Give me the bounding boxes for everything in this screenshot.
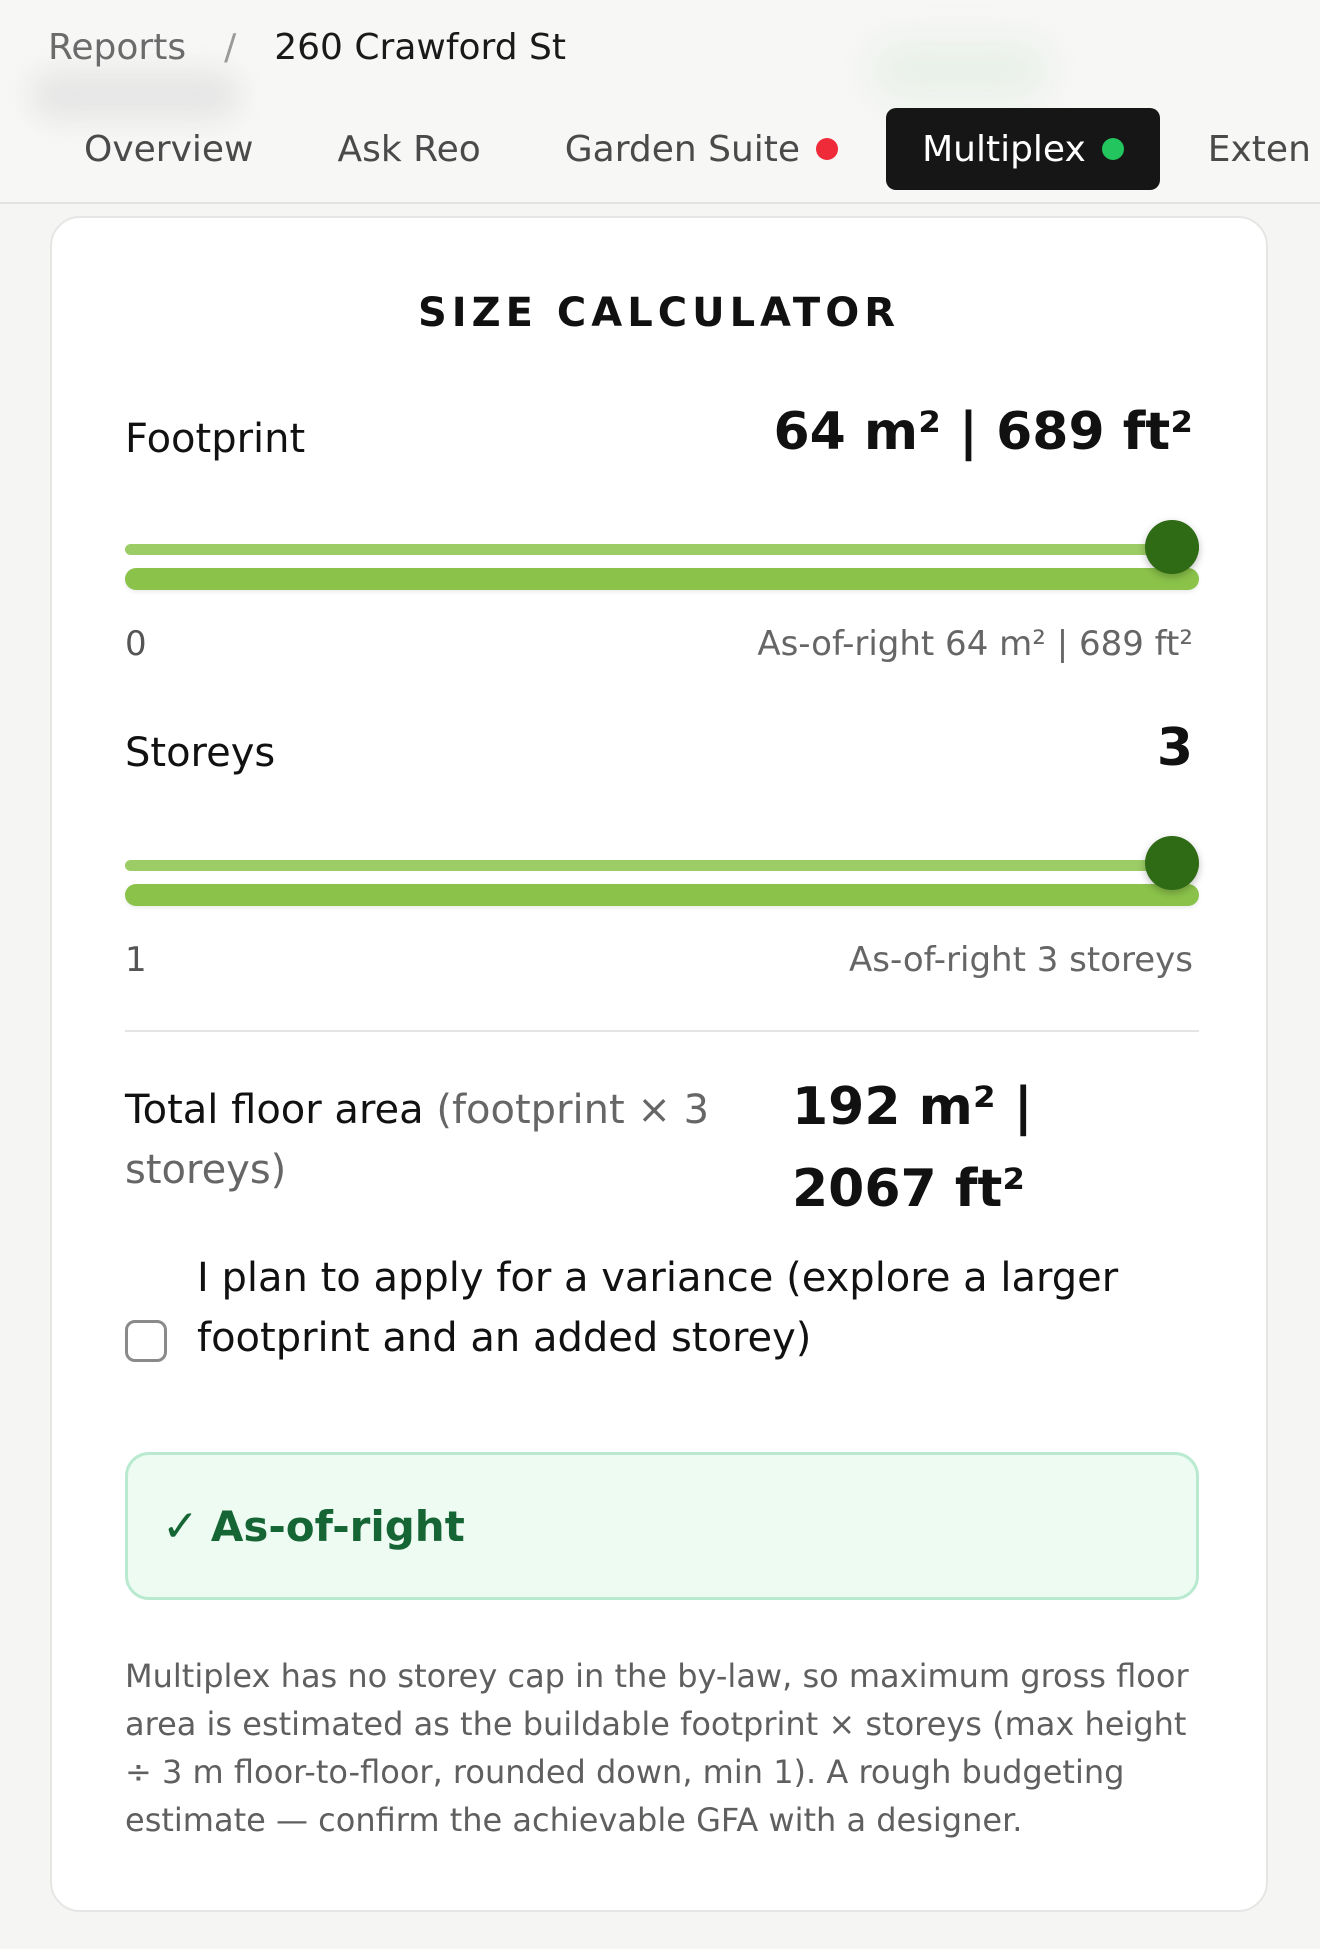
total-floor-area-label: Total floor area (footprint × 3 storeys) (125, 1080, 725, 1200)
storeys-slider-fill (125, 884, 1199, 906)
tab-label: Multiplex (922, 128, 1086, 170)
blurred-overlay (870, 40, 1050, 100)
tab-garden-suite[interactable]: Garden Suite (529, 108, 874, 190)
footprint-max-label: As-of-right 64 m² | 689 ft² (757, 624, 1193, 664)
status-dot-green-icon (1101, 138, 1124, 160)
tab-label: Overview (84, 128, 254, 170)
tab-multiplex[interactable]: Multiplex (886, 108, 1160, 190)
status-badge: ✓ As-of-right (125, 1452, 1199, 1600)
total-floor-area-value: 192 m² | 2067 ft² (792, 1077, 1033, 1219)
storeys-slider-handle[interactable] (1145, 836, 1199, 890)
total-floor-area-title: Total floor area (125, 1087, 424, 1133)
checkmark-icon: ✓ (162, 1500, 199, 1552)
footprint-value: 64 m² | 689 ft² (773, 402, 1193, 462)
storeys-value: 3 (1156, 718, 1193, 778)
status-dot-red-icon (816, 138, 839, 160)
storeys-slider[interactable] (125, 834, 1199, 906)
footprint-slider-fill (125, 568, 1199, 590)
storeys-min-label: 1 (125, 940, 147, 980)
breadcrumb: Reports / 260 Crawford St (48, 22, 566, 72)
tab-label: Garden Suite (564, 128, 801, 170)
breadcrumb-reports-link[interactable]: Reports (48, 27, 186, 68)
tab-bar: Overview Ask Reo Garden Suite Multiplex … (48, 108, 1320, 190)
status-text: As-of-right (210, 1501, 465, 1551)
tab-extension[interactable]: Exten (1172, 108, 1320, 190)
breadcrumb-separator: / (224, 26, 237, 68)
variance-checkbox[interactable] (125, 1320, 167, 1362)
top-navigation: Reports / 260 Crawford St Overview Ask R… (0, 0, 1320, 204)
variance-checkbox-label[interactable]: I plan to apply for a variance (explore … (197, 1248, 1197, 1368)
storeys-max-label: As-of-right 3 storeys (848, 940, 1193, 980)
tab-label: Exten (1207, 128, 1311, 170)
tab-ask-reo[interactable]: Ask Reo (302, 108, 517, 190)
breadcrumb-current: 260 Crawford St (274, 26, 566, 68)
footprint-min-label: 0 (125, 624, 147, 664)
explanation-note: Multiplex has no storey cap in the by-la… (125, 1657, 1189, 1839)
tab-label: Ask Reo (337, 128, 481, 170)
storeys-slider-track (125, 860, 1199, 871)
footprint-slider-track (125, 544, 1199, 555)
tab-overview[interactable]: Overview (48, 108, 290, 190)
footprint-label: Footprint (125, 416, 306, 462)
footprint-slider-handle[interactable] (1145, 520, 1199, 574)
card-title: SIZE CALCULATOR (417, 290, 900, 336)
footprint-slider[interactable] (125, 518, 1199, 590)
size-calculator-card: SIZE CALCULATOR Footprint 64 m² | 689 ft… (50, 216, 1268, 1912)
divider (125, 1030, 1199, 1032)
storeys-label: Storeys (125, 730, 276, 776)
